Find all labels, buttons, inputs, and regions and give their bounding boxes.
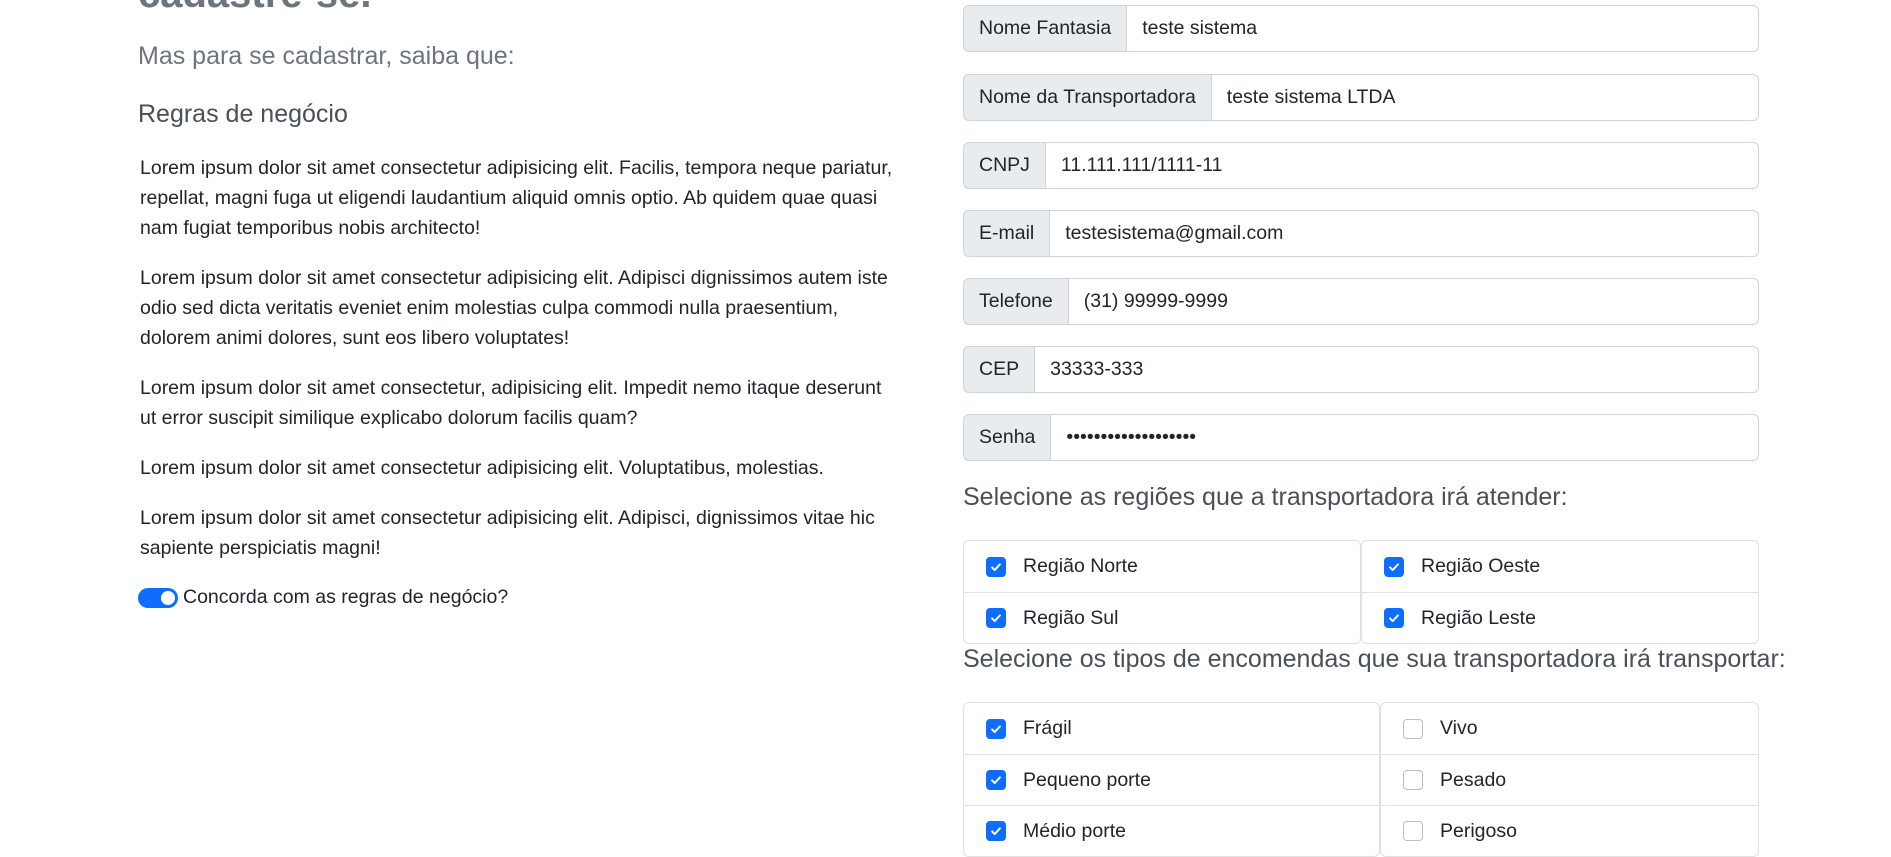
- check-icon: [1389, 562, 1399, 571]
- cep-label: CEP: [963, 346, 1035, 393]
- check-icon: [991, 562, 1001, 571]
- region-label: Região Leste: [1421, 606, 1536, 629]
- email-group: E-mail: [963, 210, 1759, 257]
- check-icon: [1389, 614, 1399, 623]
- cep-group: CEP: [963, 346, 1759, 393]
- checkbox[interactable]: [986, 608, 1006, 628]
- agree-label[interactable]: Concorda com as regras de negócio?: [183, 586, 508, 609]
- types-group-left: Frágil Pequeno porte Médio porte: [963, 702, 1380, 857]
- type-label: Frágil: [1023, 717, 1072, 739]
- rules-paragraphs: Lorem ipsum dolor sit amet consectetur a…: [140, 153, 900, 583]
- senha-input[interactable]: [1050, 414, 1759, 461]
- cep-input[interactable]: [1034, 346, 1759, 393]
- checkbox[interactable]: [1384, 556, 1404, 577]
- telefone-input[interactable]: [1067, 278, 1759, 325]
- region-label: Região Norte: [1023, 555, 1138, 577]
- nome-fantasia-input[interactable]: [1126, 5, 1759, 52]
- lead-text: Mas para se cadastrar, saiba que:: [138, 42, 515, 70]
- nome-transportadora-group: Nome da Transportadora: [963, 74, 1759, 121]
- check-icon: [991, 776, 1001, 785]
- check-icon: [991, 614, 1001, 623]
- type-label: Médio porte: [1023, 819, 1126, 842]
- page-heading: cadastre-se.: [138, 0, 371, 17]
- nome-fantasia-group: Nome Fantasia: [963, 5, 1759, 52]
- rules-paragraph: Lorem ipsum dolor sit amet consectetur a…: [140, 457, 824, 479]
- agree-switch[interactable]: [138, 587, 178, 608]
- checkbox[interactable]: [986, 770, 1006, 790]
- checkbox[interactable]: [1384, 608, 1404, 628]
- type-option[interactable]: Perigoso: [1381, 805, 1758, 856]
- type-option[interactable]: Frágil: [964, 703, 1379, 754]
- type-option[interactable]: Pequeno porte: [964, 754, 1379, 805]
- regions-grid: Região Norte Região Sul Região Oeste Reg…: [963, 540, 1759, 644]
- type-label: Vivo: [1440, 717, 1478, 739]
- nome-transportadora-input[interactable]: [1210, 74, 1759, 121]
- nome-fantasia-label: Nome Fantasia: [963, 5, 1127, 52]
- type-option[interactable]: Médio porte: [964, 805, 1379, 856]
- checkbox[interactable]: [1403, 718, 1423, 739]
- regions-group-right: Região Oeste Região Leste: [1361, 540, 1759, 644]
- region-label: Região Sul: [1023, 606, 1119, 629]
- nome-transportadora-label: Nome da Transportadora: [963, 74, 1211, 121]
- telefone-label: Telefone: [963, 278, 1068, 325]
- region-option[interactable]: Região Sul: [964, 592, 1360, 643]
- type-label: Perigoso: [1440, 819, 1517, 842]
- senha-label: Senha: [963, 414, 1051, 461]
- check-icon: [991, 724, 1001, 733]
- regions-title: Selecione as regiões que a transportador…: [963, 483, 1568, 511]
- checkbox[interactable]: [1403, 770, 1423, 790]
- cnpj-input[interactable]: [1044, 142, 1759, 189]
- type-option[interactable]: Vivo: [1381, 703, 1758, 754]
- type-label: Pequeno porte: [1023, 768, 1151, 791]
- rules-paragraph: Lorem ipsum dolor sit amet consectetur a…: [140, 267, 888, 349]
- region-option[interactable]: Região Leste: [1362, 592, 1758, 643]
- email-label: E-mail: [963, 210, 1050, 257]
- rules-paragraph: Lorem ipsum dolor sit amet consectetur, …: [140, 377, 882, 429]
- check-icon: [991, 827, 1001, 836]
- cnpj-label: CNPJ: [963, 142, 1045, 189]
- checkbox[interactable]: [986, 556, 1006, 577]
- senha-group: Senha: [963, 414, 1759, 461]
- type-label: Pesado: [1440, 768, 1507, 791]
- email-input[interactable]: [1049, 210, 1759, 257]
- checkbox[interactable]: [986, 821, 1006, 841]
- types-group-right: Vivo Pesado Perigoso: [1380, 702, 1759, 857]
- telefone-group: Telefone: [963, 278, 1759, 325]
- region-option[interactable]: Região Oeste: [1362, 541, 1758, 592]
- rules-paragraph: Lorem ipsum dolor sit amet consectetur a…: [140, 157, 893, 239]
- region-option[interactable]: Região Norte: [964, 541, 1360, 592]
- checkbox[interactable]: [986, 718, 1006, 739]
- checkbox[interactable]: [1403, 821, 1423, 841]
- cnpj-group: CNPJ: [963, 142, 1759, 189]
- rules-paragraph: Lorem ipsum dolor sit amet consectetur a…: [140, 507, 875, 559]
- types-title: Selecione os tipos de encomendas que sua…: [963, 645, 1786, 673]
- regions-group-left: Região Norte Região Sul: [963, 540, 1361, 644]
- agree-row: Concorda com as regras de negócio?: [138, 586, 508, 609]
- rules-title: Regras de negócio: [138, 100, 348, 128]
- type-option[interactable]: Pesado: [1381, 754, 1758, 805]
- region-label: Região Oeste: [1421, 555, 1541, 577]
- types-grid: Frágil Pequeno porte Médio porte Vivo Pe…: [963, 702, 1759, 857]
